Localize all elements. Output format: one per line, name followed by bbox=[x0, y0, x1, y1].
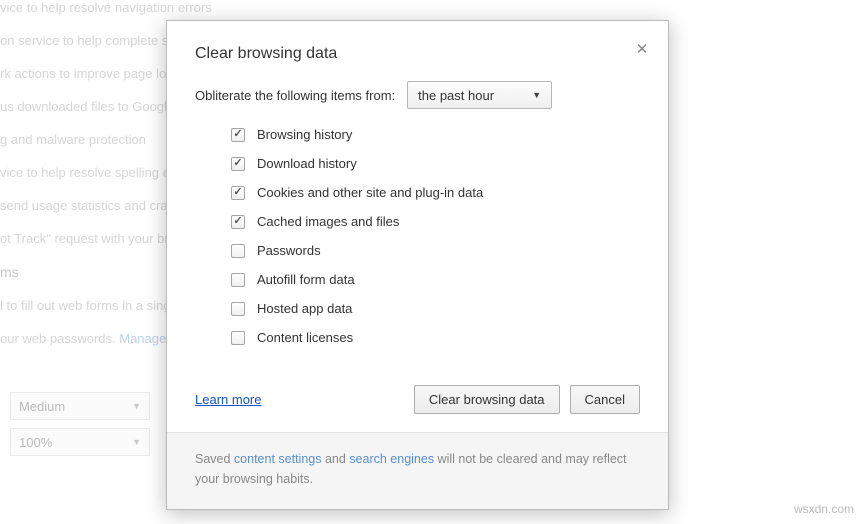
time-range-select[interactable]: the past hour ▼ bbox=[407, 81, 552, 109]
dialog-title: Clear browsing data bbox=[195, 45, 640, 63]
check-row-cache: Cached images and files bbox=[231, 214, 640, 229]
checkbox-label[interactable]: Cached images and files bbox=[257, 214, 399, 229]
check-row-content-licenses: Content licenses bbox=[231, 330, 640, 345]
dialog-note: Saved content settings and search engine… bbox=[167, 432, 668, 509]
checkbox-label[interactable]: Autofill form data bbox=[257, 272, 355, 287]
checkbox-hosted-app[interactable] bbox=[231, 302, 245, 316]
search-engines-link[interactable]: search engines bbox=[349, 452, 434, 466]
bg-line: vice to help resolve navigation errors bbox=[0, 0, 866, 15]
caret-down-icon: ▼ bbox=[132, 401, 141, 411]
check-row-browsing-history: Browsing history bbox=[231, 127, 640, 142]
checkbox-label[interactable]: Browsing history bbox=[257, 127, 352, 142]
watermark: wsxdn.com bbox=[794, 502, 854, 516]
checkbox-download-history[interactable] bbox=[231, 157, 245, 171]
checkbox-browsing-history[interactable] bbox=[231, 128, 245, 142]
cancel-button[interactable]: Cancel bbox=[570, 385, 640, 414]
checkbox-content-licenses[interactable] bbox=[231, 331, 245, 345]
check-row-cookies: Cookies and other site and plug-in data bbox=[231, 185, 640, 200]
checkbox-label[interactable]: Passwords bbox=[257, 243, 321, 258]
obliterate-label: Obliterate the following items from: bbox=[195, 88, 395, 103]
clear-browsing-data-button[interactable]: Clear browsing data bbox=[414, 385, 560, 414]
check-row-download-history: Download history bbox=[231, 156, 640, 171]
content-settings-link[interactable]: content settings bbox=[234, 452, 322, 466]
checkbox-autofill[interactable] bbox=[231, 273, 245, 287]
dialog-footer: Learn more Clear browsing data Cancel bbox=[167, 375, 668, 432]
clear-browsing-data-dialog: Clear browsing data ✕ Obliterate the fol… bbox=[166, 20, 669, 510]
checkbox-label[interactable]: Download history bbox=[257, 156, 357, 171]
check-row-hosted-app: Hosted app data bbox=[231, 301, 640, 316]
time-range-value: the past hour bbox=[418, 88, 494, 103]
close-button[interactable]: ✕ bbox=[632, 39, 652, 59]
checkbox-label[interactable]: Cookies and other site and plug-in data bbox=[257, 185, 483, 200]
caret-down-icon: ▼ bbox=[532, 90, 541, 100]
dialog-body: Obliterate the following items from: the… bbox=[167, 81, 668, 375]
close-icon: ✕ bbox=[636, 41, 649, 58]
checkbox-cookies[interactable] bbox=[231, 186, 245, 200]
checkbox-label[interactable]: Hosted app data bbox=[257, 301, 352, 316]
caret-down-icon: ▼ bbox=[132, 437, 141, 447]
bg-select-zoom: 100%▼ bbox=[10, 428, 150, 456]
check-row-autofill: Autofill form data bbox=[231, 272, 640, 287]
check-row-passwords: Passwords bbox=[231, 243, 640, 258]
checkbox-cache[interactable] bbox=[231, 215, 245, 229]
bg-select-font-size: Medium▼ bbox=[10, 392, 150, 420]
checkbox-label[interactable]: Content licenses bbox=[257, 330, 353, 345]
learn-more-link[interactable]: Learn more bbox=[195, 392, 261, 407]
dialog-header: Clear browsing data ✕ bbox=[167, 21, 668, 81]
checkbox-passwords[interactable] bbox=[231, 244, 245, 258]
obliterate-row: Obliterate the following items from: the… bbox=[195, 81, 640, 109]
dialog-buttons: Clear browsing data Cancel bbox=[414, 385, 640, 414]
